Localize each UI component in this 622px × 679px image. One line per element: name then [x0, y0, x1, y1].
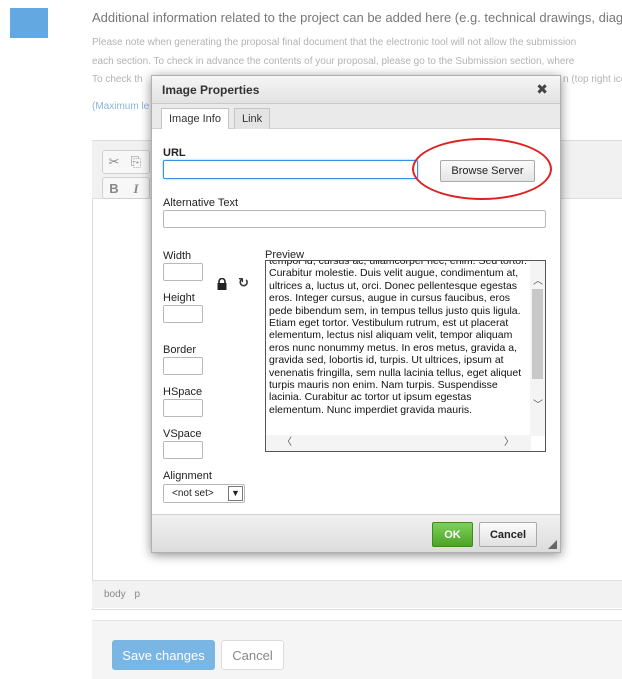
project-icon: [10, 8, 48, 38]
alignment-value: <not set>: [172, 488, 214, 499]
url-input[interactable]: [163, 160, 418, 179]
border-label: Border: [163, 344, 197, 356]
scroll-right-icon[interactable]: 〉: [504, 438, 514, 448]
vspace-input[interactable]: [163, 441, 203, 459]
dialog-title[interactable]: Image Properties ✖: [152, 76, 560, 104]
height-label: Height: [163, 292, 195, 304]
cut-icon[interactable]: ✂: [103, 151, 125, 173]
copy-icon[interactable]: ⎘: [125, 151, 147, 173]
hspace-input[interactable]: [163, 399, 203, 417]
reset-size-icon[interactable]: ↻: [238, 275, 249, 291]
element-path: body p: [92, 580, 622, 608]
hspace-label: HSpace: [163, 386, 203, 398]
height-input[interactable]: [163, 305, 203, 323]
close-icon[interactable]: ✖: [536, 81, 548, 98]
vspace-label: VSpace: [163, 428, 202, 440]
resize-handle-icon[interactable]: [548, 540, 557, 549]
note-line-3-tail: n (top right ico: [563, 74, 622, 85]
max-length-note: (Maximum le: [92, 101, 150, 112]
note-line-3: To check th: [92, 74, 143, 85]
cancel-button[interactable]: Cancel: [221, 640, 284, 670]
bold-button[interactable]: B: [103, 178, 125, 200]
alignment-select[interactable]: <not set> ▼: [163, 484, 245, 503]
alt-text-input[interactable]: [163, 210, 546, 228]
border-input[interactable]: [163, 357, 203, 375]
scroll-left-icon[interactable]: 〈: [282, 438, 292, 448]
note-line-2: each section. To check in advance the co…: [92, 56, 575, 67]
dialog-title-text: Image Properties: [162, 83, 260, 97]
italic-button[interactable]: I: [125, 178, 147, 200]
alt-text-label: Alternative Text: [163, 197, 239, 209]
tab-image-info[interactable]: Image Info: [161, 108, 229, 131]
scroll-up-icon[interactable]: ︿: [533, 277, 543, 287]
width-label: Width: [163, 250, 192, 262]
scrollbar-thumb[interactable]: [532, 289, 543, 379]
dialog-cancel-button[interactable]: Cancel: [479, 522, 537, 547]
image-properties-dialog: Image Properties ✖ Image Info Link URL B…: [151, 75, 561, 553]
note-line-1: Please note when generating the proposal…: [92, 37, 577, 48]
section-heading: Additional information related to the pr…: [92, 10, 622, 25]
ok-button[interactable]: OK: [432, 522, 473, 547]
chevron-down-icon[interactable]: ▼: [228, 486, 243, 501]
clipboard-group: ✂ ⎘: [102, 150, 150, 174]
width-input[interactable]: [163, 263, 203, 281]
save-changes-button[interactable]: Save changes: [112, 640, 215, 670]
alignment-label: Alignment: [163, 470, 212, 482]
preview-panel[interactable]: tempor id, cursus ac, ullamcorper nec, e…: [265, 260, 546, 452]
highlight-annotation-circle: [412, 138, 552, 200]
horizontal-scrollbar[interactable]: 〈 〉: [266, 435, 531, 451]
vertical-scrollbar[interactable]: ︿ ﹀: [530, 261, 545, 436]
scroll-down-icon[interactable]: ﹀: [533, 401, 543, 411]
lock-ratio-icon[interactable]: [216, 277, 228, 295]
tab-link[interactable]: Link: [234, 108, 271, 130]
preview-text: tempor id, cursus ac, ullamcorper nec, e…: [269, 260, 527, 416]
url-label: URL: [163, 147, 186, 159]
format-group: BI: [102, 177, 150, 199]
